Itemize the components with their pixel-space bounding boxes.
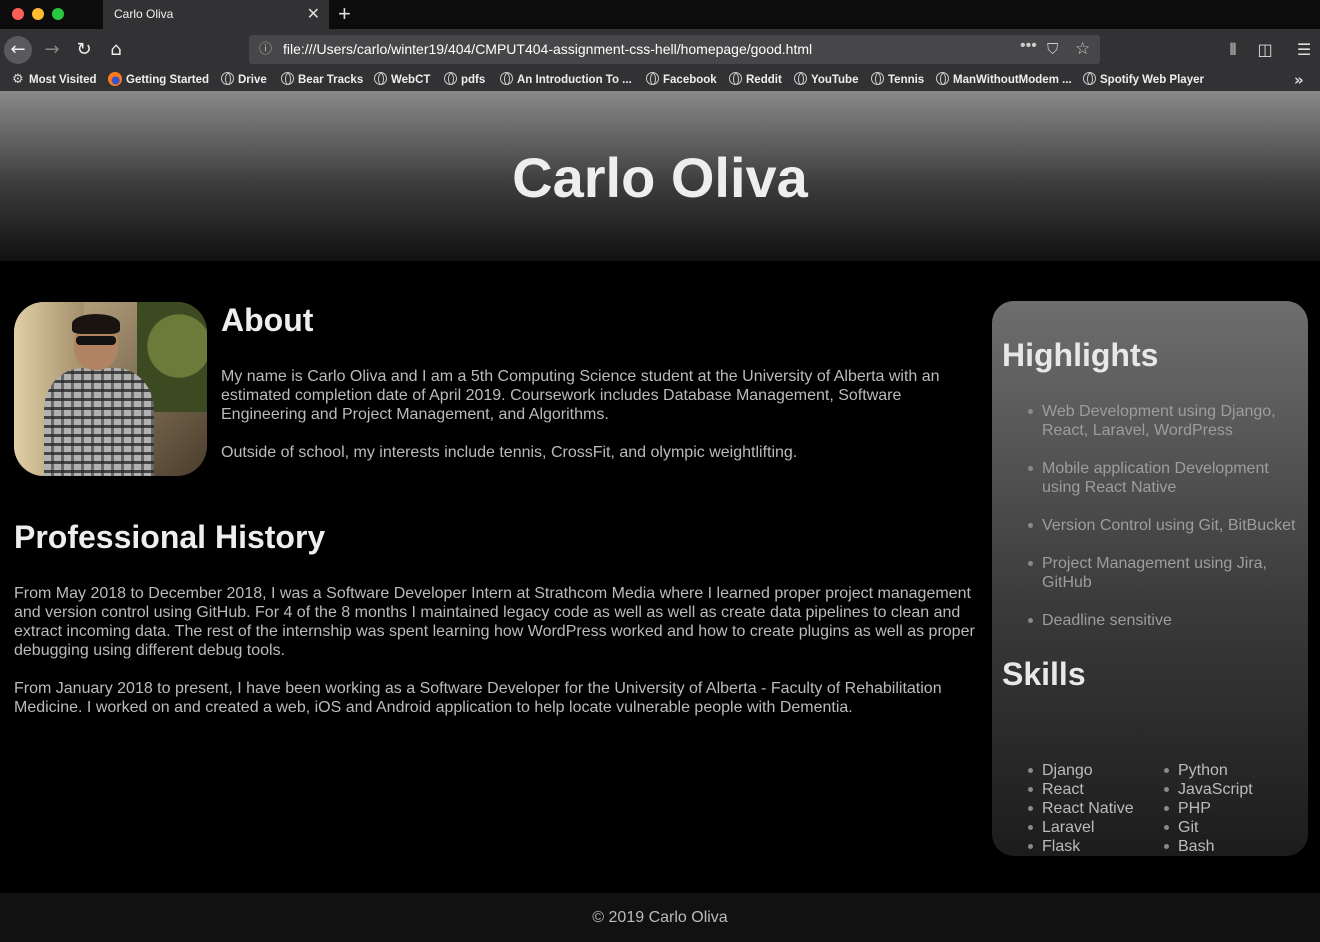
- gear-icon: ⚙: [12, 72, 24, 87]
- profile-photo: [14, 302, 207, 476]
- bookmark-facebook[interactable]: Facebook: [646, 70, 717, 90]
- list-item: Project Management using Jira, GitHub: [1028, 554, 1304, 592]
- highlights-heading: Highlights: [1002, 337, 1159, 373]
- page-title: Carlo Oliva: [512, 146, 808, 209]
- globe-icon: [281, 72, 294, 85]
- globe-icon: [646, 72, 659, 85]
- history-paragraph: From May 2018 to December 2018, I was a …: [14, 585, 975, 659]
- back-arrow-icon[interactable]: ←: [4, 36, 32, 64]
- firefox-icon: [108, 72, 122, 86]
- bookmark-spotify[interactable]: Spotify Web Player: [1083, 70, 1204, 90]
- bookmark-reddit[interactable]: Reddit: [729, 70, 782, 90]
- reload-icon[interactable]: ↻: [70, 36, 98, 64]
- home-icon[interactable]: ⌂: [102, 36, 130, 64]
- list-item: JavaScript: [1164, 781, 1253, 798]
- tab-strip: Carlo Oliva ✕ +: [0, 0, 1320, 29]
- bookmark-youtube[interactable]: YouTube: [794, 70, 858, 90]
- globe-icon: [374, 72, 387, 85]
- bookmark-most-visited[interactable]: ⚙ Most Visited: [12, 70, 97, 90]
- globe-icon: [729, 72, 742, 85]
- pocket-icon[interactable]: ⛉: [1047, 35, 1058, 64]
- forward-arrow-icon[interactable]: →: [38, 36, 66, 64]
- window-zoom-button[interactable]: [52, 8, 64, 20]
- info-icon[interactable]: ⓘ: [259, 35, 272, 64]
- window-close-button[interactable]: [12, 8, 24, 20]
- globe-icon: [936, 72, 949, 85]
- bookmark-pdfs[interactable]: pdfs: [444, 70, 485, 90]
- globe-icon: [1083, 72, 1096, 85]
- navigation-toolbar: ← → ↻ ⌂ ⓘ file:///Users/carlo/winter19/4…: [0, 29, 1320, 70]
- hamburger-menu-icon[interactable]: ☰: [1292, 36, 1316, 64]
- library-icon[interactable]: ⫴: [1221, 36, 1245, 64]
- list-item: PHP: [1164, 799, 1253, 818]
- list-item: Deadline sensitive: [1028, 611, 1304, 630]
- list-item: Git: [1164, 818, 1253, 837]
- bookmark-an-introduction[interactable]: An Introduction To ...: [500, 70, 632, 90]
- professional-history-heading: Professional History: [14, 519, 326, 555]
- globe-icon: [500, 72, 513, 85]
- active-tab[interactable]: Carlo Oliva ✕: [103, 0, 329, 29]
- bookmark-getting-started[interactable]: Getting Started: [108, 70, 209, 90]
- about-paragraph: My name is Carlo Oliva and I am a 5th Co…: [221, 368, 940, 423]
- site-footer: © 2019 Carlo Oliva: [0, 893, 1320, 942]
- copyright-text: © 2019 Carlo Oliva: [592, 909, 728, 926]
- skills-heading: Skills: [1002, 656, 1086, 692]
- list-item: Flask: [1028, 837, 1134, 856]
- site-header: Carlo Oliva: [0, 91, 1320, 261]
- skills-list-right: Python JavaScript PHP Git Bash: [1164, 761, 1253, 856]
- globe-icon: [871, 72, 884, 85]
- star-icon[interactable]: ☆: [1075, 35, 1090, 64]
- list-item: Version Control using Git, BitBucket: [1028, 516, 1304, 535]
- bookmark-tennis[interactable]: Tennis: [871, 70, 924, 90]
- url-text[interactable]: file:///Users/carlo/winter19/404/CMPUT40…: [283, 35, 812, 64]
- highlights-list: Web Development using Django, React, Lar…: [1028, 402, 1304, 649]
- about-heading: About: [221, 302, 314, 338]
- main-content: About My name is Carlo Oliva and I am a …: [0, 261, 1320, 893]
- list-item: React Native: [1028, 800, 1134, 817]
- globe-icon: [794, 72, 807, 85]
- tab-title: Carlo Oliva: [114, 7, 174, 21]
- globe-icon: [444, 72, 457, 85]
- bookmark-webct[interactable]: WebCT: [374, 70, 430, 90]
- window-minimize-button[interactable]: [32, 8, 44, 20]
- list-item: Python: [1164, 761, 1253, 780]
- bookmark-bear-tracks[interactable]: Bear Tracks: [281, 70, 363, 90]
- url-bar[interactable]: ⓘ file:///Users/carlo/winter19/404/CMPUT…: [249, 35, 1100, 64]
- list-item: Django: [1028, 761, 1134, 780]
- globe-icon: [221, 72, 234, 85]
- ellipsis-icon[interactable]: •••: [1020, 31, 1037, 60]
- bookmark-drive[interactable]: Drive: [221, 70, 267, 90]
- sidebar-panel: Highlights Web Development using Django,…: [992, 301, 1308, 856]
- bookmarks-toolbar: ⚙ Most Visited Getting Started Drive Bear…: [0, 70, 1320, 91]
- list-item: Web Development using Django, React, Lar…: [1028, 402, 1304, 440]
- about-paragraph: Outside of school, my interests include …: [221, 444, 798, 461]
- tab-close-icon[interactable]: ✕: [307, 0, 320, 29]
- new-tab-button[interactable]: +: [338, 1, 351, 27]
- list-item: Laravel: [1028, 818, 1134, 837]
- skills-list-left: Django React React Native Laravel Flask: [1028, 761, 1134, 856]
- bookmark-manwithoutmodem[interactable]: ManWithoutModem ...: [936, 70, 1072, 90]
- list-item: Bash: [1164, 837, 1253, 856]
- history-paragraph: From January 2018 to present, I have bee…: [14, 680, 942, 716]
- sidebar-icon[interactable]: ◫: [1253, 36, 1277, 64]
- chevron-double-right-icon[interactable]: »: [1294, 70, 1304, 90]
- list-item: Mobile application Development using Rea…: [1028, 459, 1304, 497]
- list-item: React: [1028, 780, 1134, 799]
